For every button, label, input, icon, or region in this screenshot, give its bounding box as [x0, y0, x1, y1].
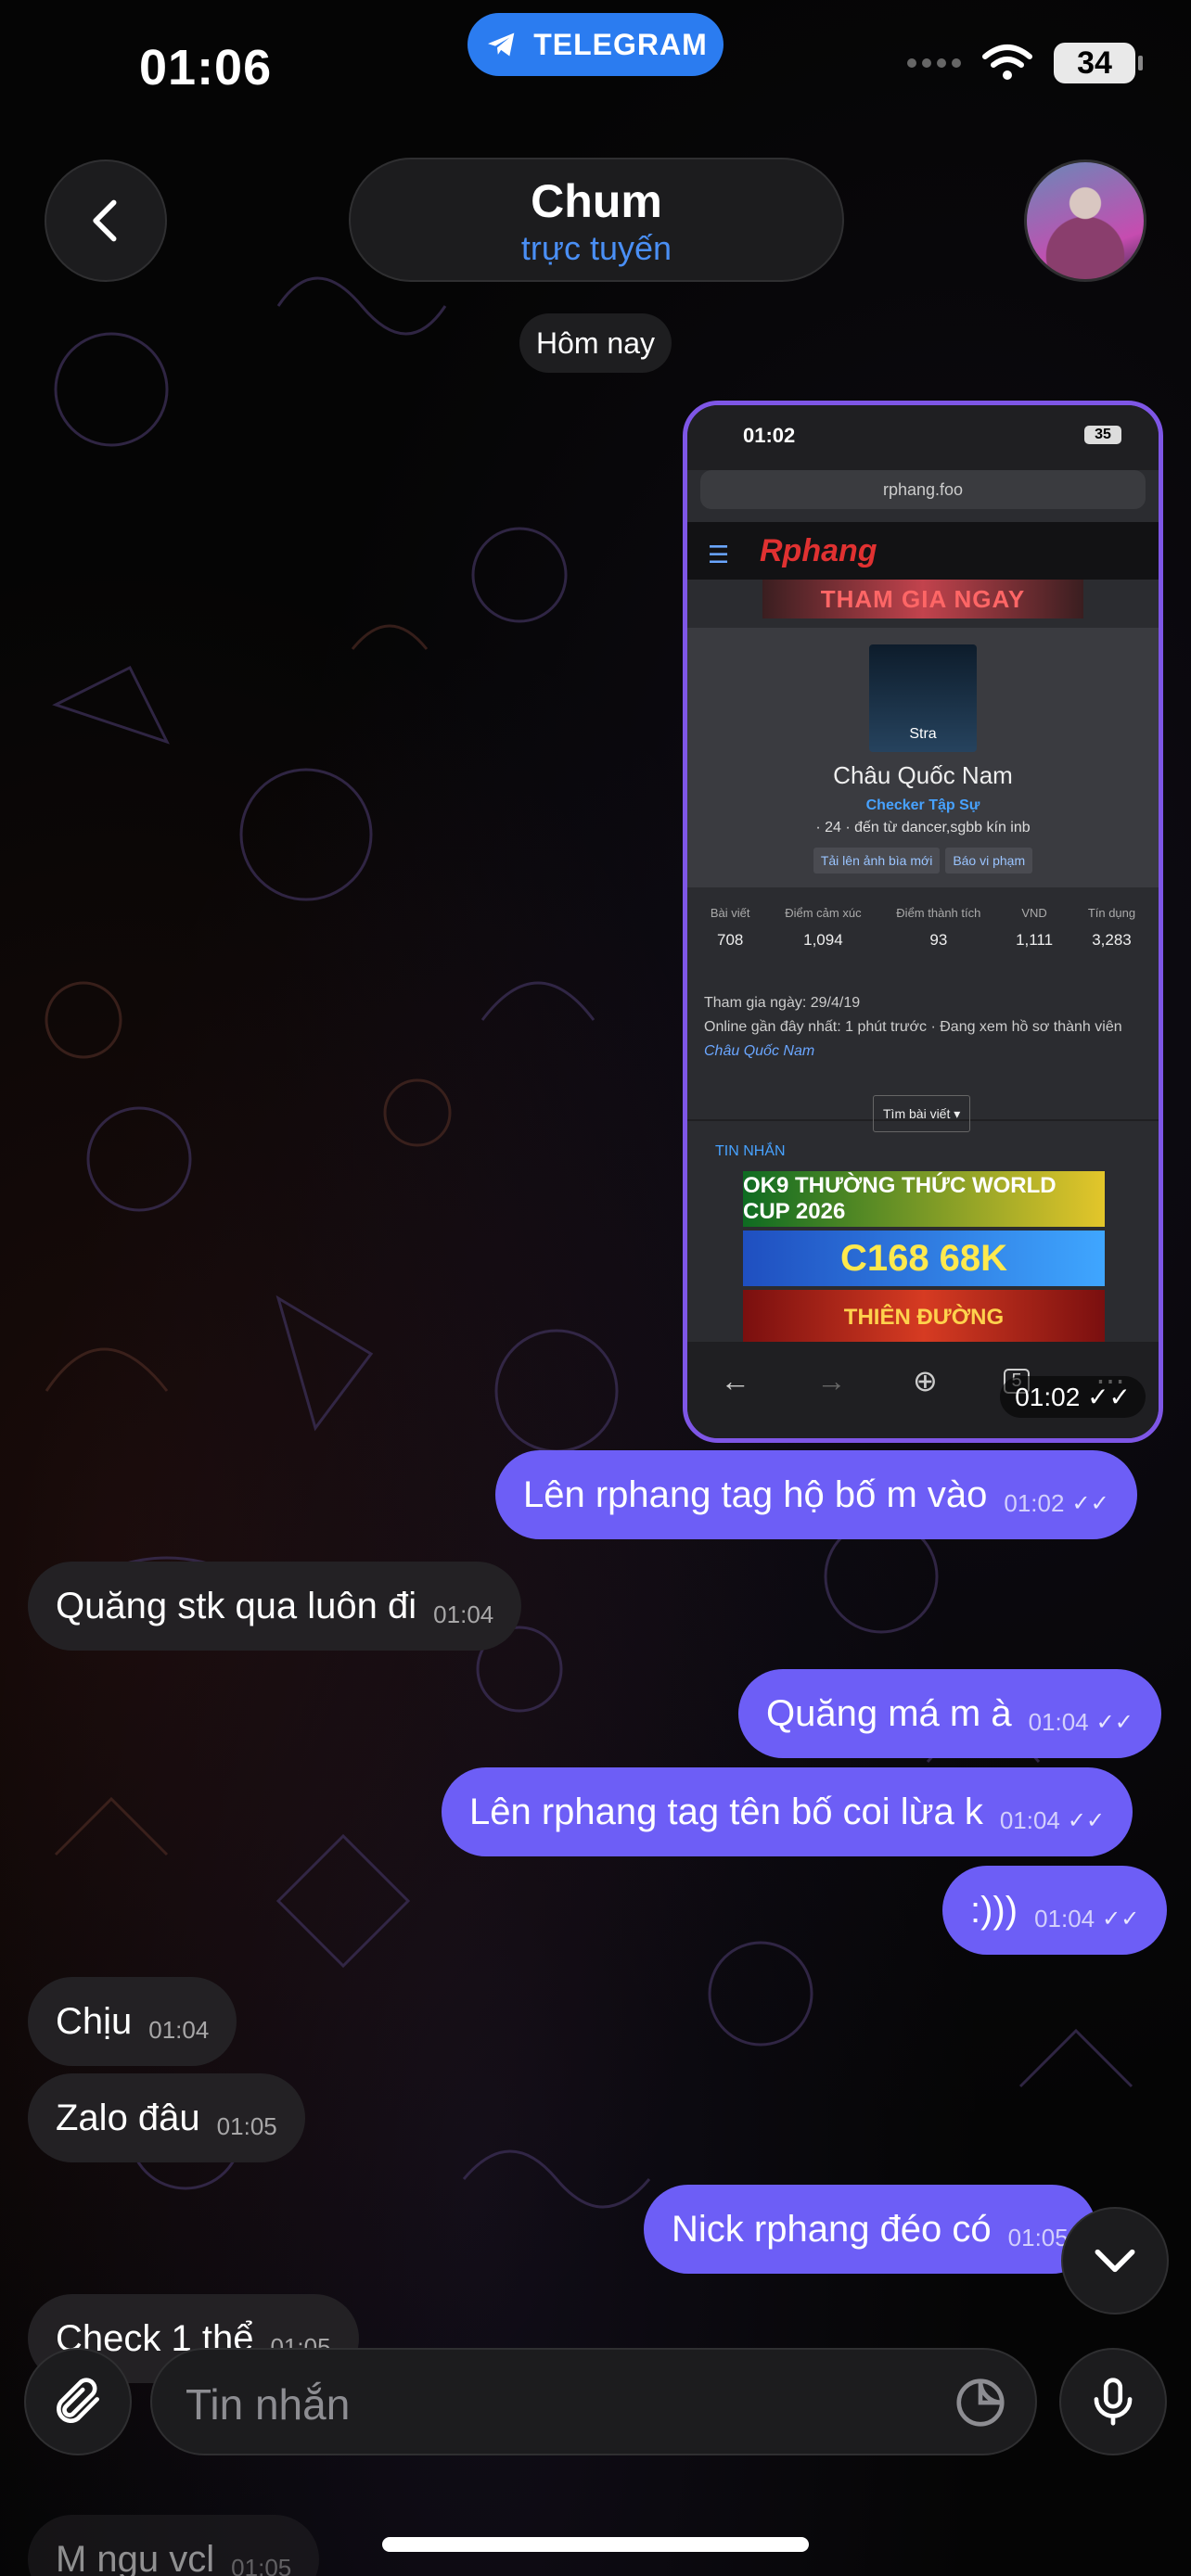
ss-forward-icon: → — [816, 1363, 847, 1397]
chat-name: Chum — [531, 175, 662, 227]
message-bubble[interactable]: Quăng stk qua luôn đi 01:04 — [28, 1562, 522, 1651]
ss-stat-value: 708 — [716, 931, 744, 949]
ss-stat-value: 1,094 — [803, 931, 843, 949]
ss-stat-value: 93 — [929, 931, 948, 949]
ss-site-header: ☰ Rphang — [687, 522, 1159, 580]
telegram-pill[interactable]: TELEGRAM — [467, 13, 724, 76]
message-time: 01:04 — [999, 1805, 1060, 1834]
wifi-icon — [982, 45, 1032, 80]
message-time: 01:05 — [231, 2553, 292, 2576]
avatar[interactable] — [1024, 159, 1146, 282]
message-bubble[interactable]: M ngu vcl 01:05 — [28, 2515, 320, 2576]
message-placeholder: Tin nhắn — [186, 2380, 351, 2429]
ss-upload-button: Tải lên ảnh bìa mới — [813, 848, 941, 874]
chat-title[interactable]: Chum trực tuyến — [349, 158, 844, 282]
message-bubble[interactable]: Lên rphang tag hộ bố m vào 01:02 ✓✓ — [495, 1450, 1137, 1539]
ss-ad: THIÊN ĐƯỜNG — [743, 1290, 1105, 1345]
date-chip: Hôm nay — [519, 313, 672, 373]
message-input[interactable]: Tin nhắn — [150, 2348, 1037, 2455]
ss-url: rphang.foo — [882, 479, 964, 499]
status-time: 01:06 — [139, 40, 273, 96]
signal-icon — [907, 58, 961, 68]
ss-time: 01:02 — [743, 424, 796, 447]
message-text: M ngu vcl — [56, 2538, 215, 2576]
ss-online: Online gần đây nhất: 1 phút trước · Đang… — [704, 1019, 1122, 1035]
message-bubble[interactable]: Nick rphang đéo có 01:05 — [644, 2185, 1096, 2274]
status-icons: 34 — [907, 43, 1143, 83]
ss-logo: Rphang — [760, 532, 877, 568]
message-time: 01:02 — [1004, 1488, 1065, 1517]
ss-online-link: Châu Quốc Nam — [704, 1043, 815, 1059]
chevron-down-icon — [1095, 2249, 1135, 2273]
message-text: Nick rphang đéo có — [672, 2208, 992, 2250]
microphone-icon — [1094, 2378, 1133, 2426]
ss-stat-key: Tín dụng — [1087, 906, 1136, 920]
telegram-label: TELEGRAM — [533, 27, 708, 61]
ss-battery: 35 — [1084, 426, 1121, 444]
message-text: Zalo đâu — [56, 2097, 200, 2138]
message-time: 01:04 — [148, 2015, 210, 2044]
read-checks-icon: ✓✓ — [1102, 1906, 1140, 1932]
ss-back-icon: ← — [720, 1363, 750, 1397]
message-time: 01:04 — [433, 1600, 494, 1628]
message-text: Lên rphang tag tên bố coi lừa k — [469, 1791, 983, 1832]
read-checks-icon: ✓✓ — [1067, 1807, 1106, 1833]
ss-stat-key: Điểm thành tích — [896, 906, 981, 920]
message-text: Lên rphang tag hộ bố m vào — [523, 1473, 988, 1515]
message-bubble[interactable]: Zalo đâu 01:05 — [28, 2073, 305, 2162]
message-bubble[interactable]: Chịu 01:04 — [28, 1977, 237, 2066]
ss-joined: Tham gia ngày: 29/4/19 Online gần đây nh… — [687, 973, 1159, 1132]
ss-stat-key: VND — [1021, 906, 1047, 920]
image-timestamp: 01:02 ✓✓ — [1000, 1376, 1146, 1418]
read-checks-icon: ✓✓ — [1071, 1490, 1109, 1516]
message-time: 01:04 — [1034, 1904, 1095, 1932]
ss-stat-value: 3,283 — [1092, 931, 1132, 949]
ss-menu-icon: ☰ — [708, 541, 730, 568]
ss-url-bar: rphang.foo — [700, 470, 1146, 509]
ss-ad: OK9 THƯỜNG THỨC WORLD CUP 2026 — [743, 1171, 1105, 1227]
microphone-button[interactable] — [1059, 2348, 1167, 2455]
message-text: :))) — [970, 1889, 1018, 1931]
sticker-icon[interactable] — [952, 2374, 1009, 2431]
ss-stats: Bài viết 708 Điểm cảm xúc 1,094 Điểm thành… — [687, 887, 1159, 973]
ss-status-bar: 01:02 35 — [687, 405, 1159, 470]
chat-status: trực tuyến — [520, 229, 672, 267]
message-text: Quăng stk qua luôn đi — [56, 1585, 417, 1626]
ss-profile-name: Châu Quốc Nam — [833, 761, 1013, 789]
paperclip-icon — [57, 2378, 99, 2423]
ss-stat-key: Điểm cảm xúc — [785, 906, 862, 920]
telegram-icon — [488, 32, 515, 57]
message-text: Chịu — [56, 2000, 133, 2042]
ss-profile-pic: Stra — [869, 644, 977, 752]
ss-stat-key: Bài viết — [710, 906, 750, 920]
attach-button[interactable] — [24, 2348, 132, 2455]
message-bubble[interactable]: :))) 01:04 ✓✓ — [942, 1866, 1168, 1955]
message-time: 01:04 — [1028, 1707, 1089, 1736]
chevron-left-icon — [93, 199, 117, 242]
scroll-down-button[interactable] — [1061, 2207, 1169, 2315]
ss-profile: Stra Châu Quốc Nam Checker Tập Sự · 24 ·… — [687, 628, 1159, 887]
ss-find-button: Tìm bài viết ▾ — [873, 1095, 971, 1132]
message-bubble[interactable]: Quăng má m à 01:04 ✓✓ — [738, 1669, 1161, 1758]
message-time: 01:05 — [1007, 2223, 1069, 2251]
ss-report-button: Báo vi phạm — [945, 848, 1033, 874]
ss-banner: THAM GIA NGAY — [762, 580, 1083, 618]
home-indicator — [382, 2537, 809, 2552]
ss-joined-date: Tham gia ngày: 29/4/19 — [704, 995, 861, 1011]
ss-info: · 24 · đến từ dancer,sgbb kín inb — [815, 820, 1031, 835]
ss-ads: OK9 THƯỜNG THỨC WORLD CUP 2026 C168 68K … — [743, 1171, 1105, 1349]
ss-plus-icon: ⊕ — [913, 1364, 938, 1397]
message-bubble[interactable]: Lên rphang tag tên bố coi lừa k 01:04 ✓✓ — [442, 1767, 1133, 1856]
image-message[interactable]: 01:02 35 rphang.foo ☰ Rphang THAM GIA NG… — [683, 401, 1163, 1443]
battery-icon: 34 — [1054, 43, 1143, 83]
ss-rank: Checker Tập Sự — [865, 797, 980, 813]
image-time: 01:02 — [1015, 1383, 1081, 1411]
message-text: Quăng má m à — [766, 1692, 1012, 1734]
message-time: 01:05 — [216, 2111, 277, 2140]
ss-ad: C168 68K — [743, 1231, 1105, 1286]
back-button[interactable] — [45, 159, 167, 282]
ss-stat-value: 1,111 — [1016, 931, 1054, 949]
read-checks-icon: ✓✓ — [1095, 1709, 1133, 1735]
